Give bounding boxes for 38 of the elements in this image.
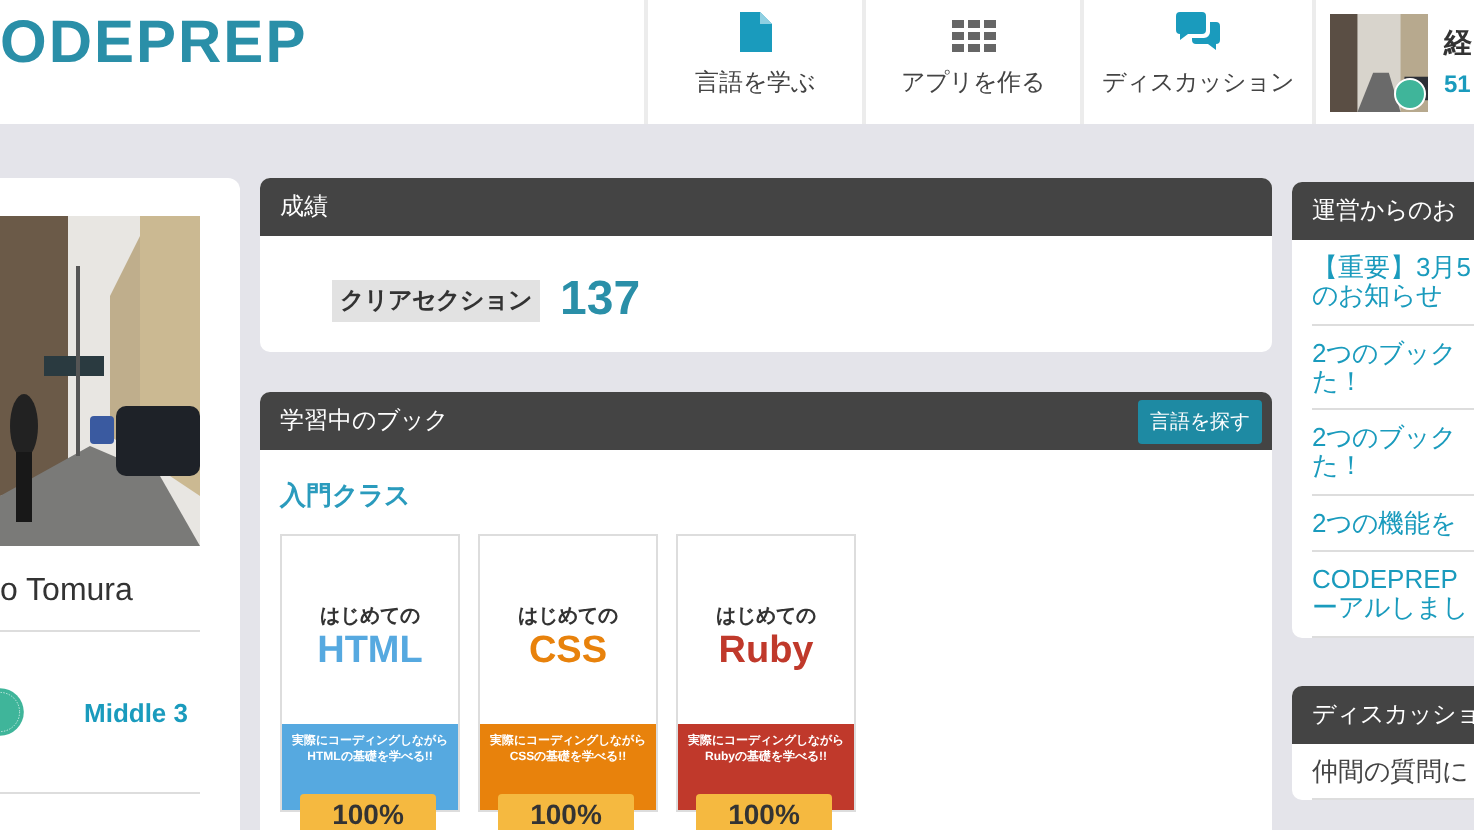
- panel-title: 成績: [280, 190, 328, 224]
- book-title: CSS: [528, 630, 608, 674]
- book-title: Ruby: [718, 630, 814, 674]
- progress-badge: 100%: [300, 794, 436, 830]
- notice-link[interactable]: た！: [1312, 367, 1364, 397]
- book-subtitle: はじめての: [716, 604, 816, 630]
- user-level: 51: [1444, 70, 1472, 98]
- panel-title: 学習中のブック: [280, 404, 448, 438]
- find-language-button[interactable]: 言語を探す: [1138, 399, 1262, 443]
- notice-link[interactable]: ーアルしまし: [1312, 594, 1468, 624]
- nav-item[interactable]: ディスカッション: [1080, 0, 1312, 124]
- rank-label: Middle 3: [84, 697, 189, 727]
- progress-badge: 100%: [498, 794, 634, 830]
- discussion-text: 仲間の質問に: [1312, 743, 1474, 800]
- notice-link[interactable]: 【重要】3月5: [1312, 254, 1471, 283]
- logo[interactable]: ODEPREP: [0, 0, 644, 124]
- notice-link[interactable]: 2つのブック: [1312, 424, 1457, 453]
- notice-link[interactable]: 2つの機能を: [1312, 509, 1457, 539]
- document-icon: [739, 12, 771, 52]
- notice-link[interactable]: た！: [1312, 452, 1364, 482]
- user-name[interactable]: 経: [1444, 26, 1472, 62]
- chat-icon: [1176, 12, 1220, 52]
- panel-title: 運営からのお: [1312, 194, 1456, 228]
- nav-item[interactable]: 言語を学ぶ: [644, 0, 862, 124]
- grid-icon: [951, 20, 995, 52]
- book-title: HTML: [317, 630, 423, 674]
- score-value: 137: [560, 272, 641, 328]
- notice-link[interactable]: CODEPREP: [1312, 566, 1458, 595]
- book-subtitle: はじめての: [518, 604, 618, 630]
- notice-link[interactable]: のお知らせ: [1312, 282, 1442, 312]
- class-title: 入門クラス: [280, 478, 412, 514]
- progress-badge: 100%: [696, 794, 832, 830]
- nav-item[interactable]: アプリを作る: [862, 0, 1080, 124]
- panel-title: ディスカッショ: [1312, 697, 1474, 732]
- notice-link[interactable]: 2つのブック: [1312, 339, 1457, 368]
- user-name: o Tomura: [0, 546, 200, 632]
- score-label: クリアセクション: [332, 279, 540, 321]
- book-subtitle: はじめての: [320, 604, 420, 630]
